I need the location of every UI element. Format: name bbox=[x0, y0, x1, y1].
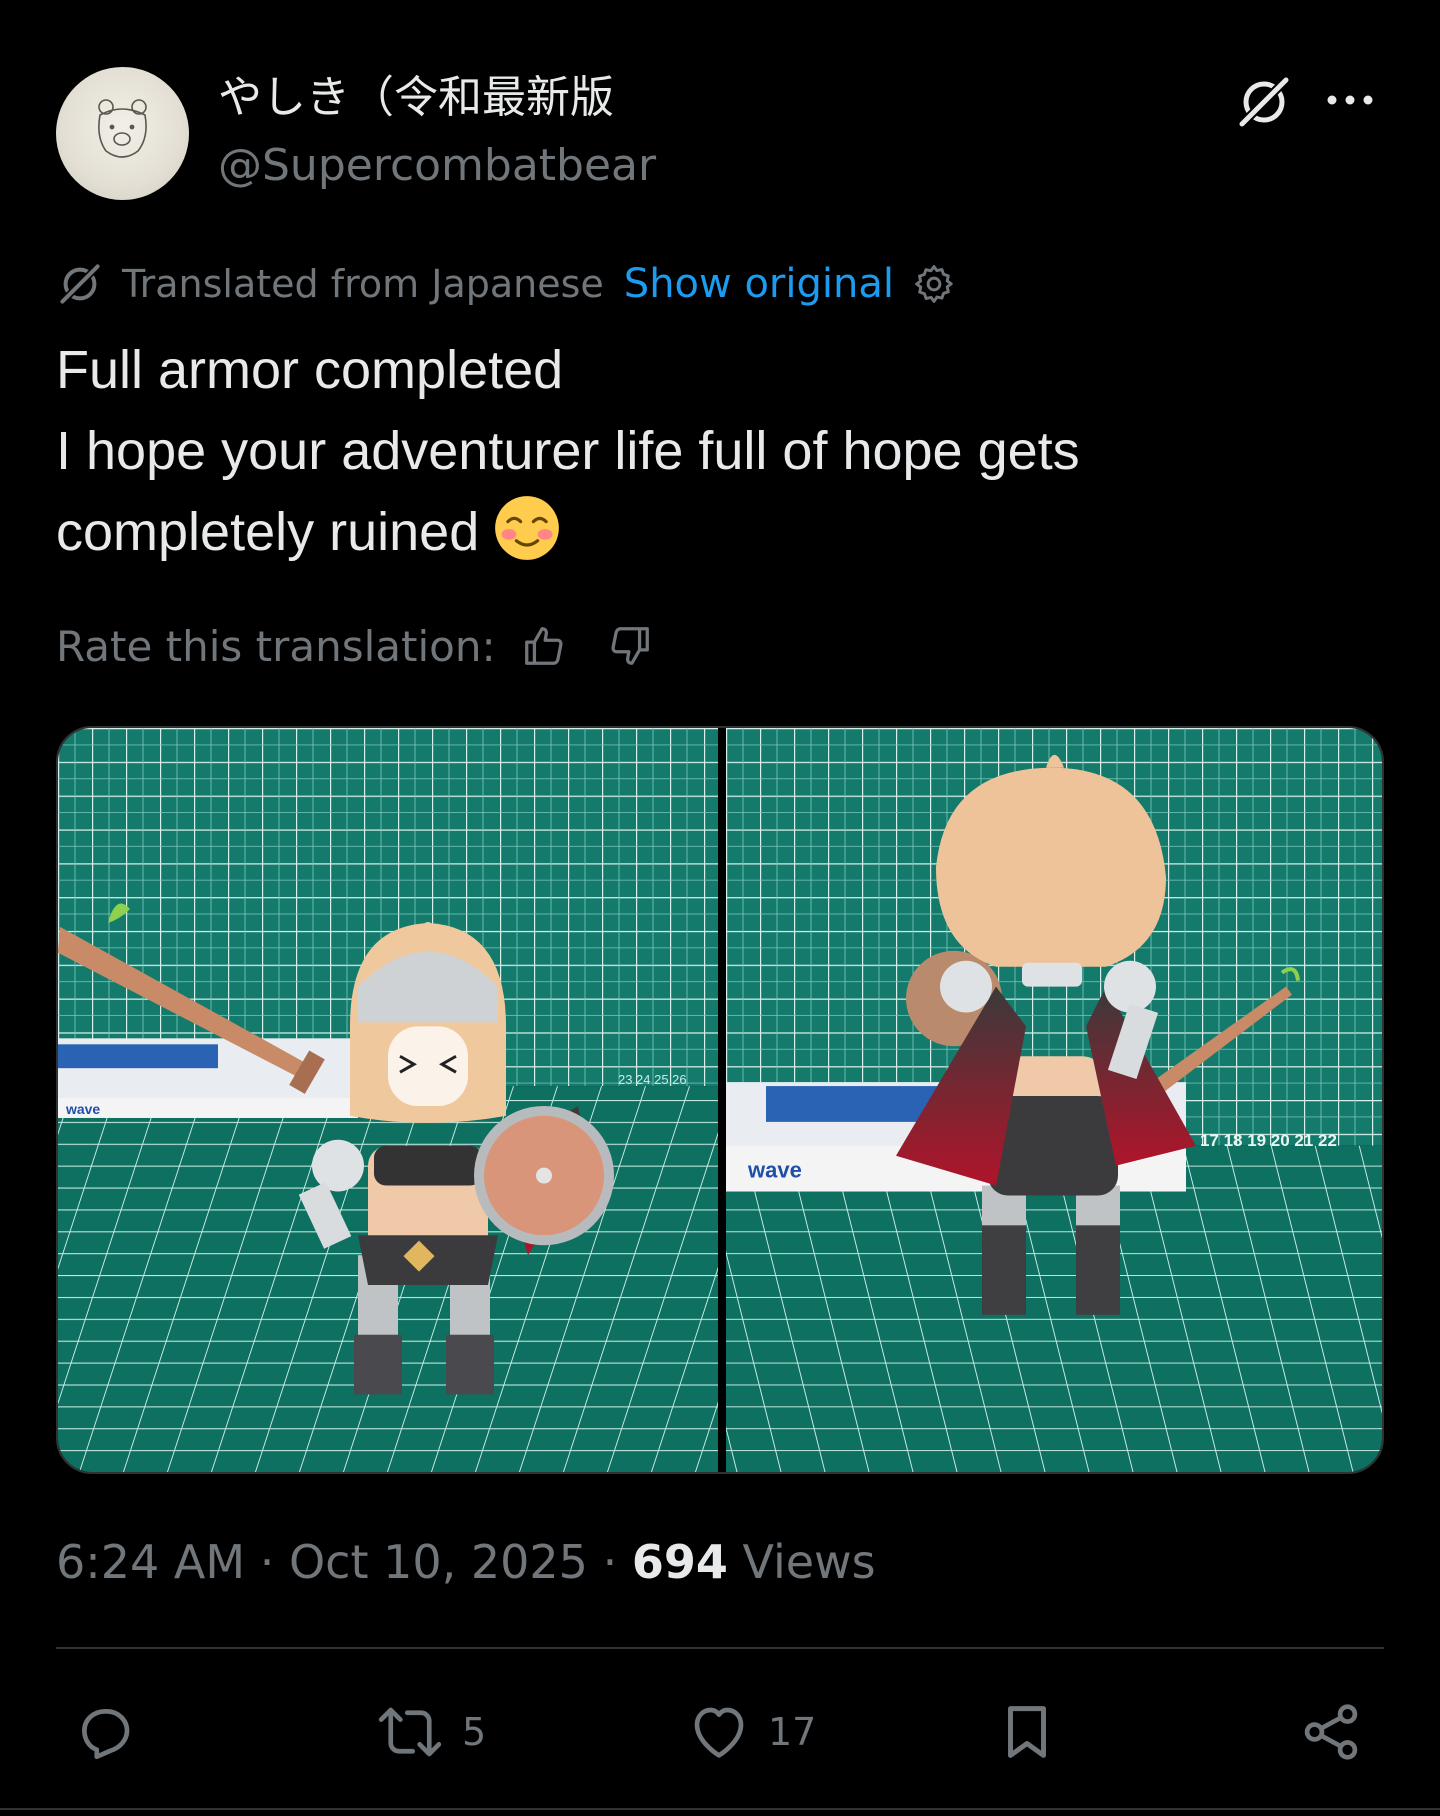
smiling-face-with-blush-icon bbox=[495, 496, 560, 560]
meta-separator: · bbox=[259, 1535, 275, 1589]
divider bbox=[56, 1647, 1384, 1649]
gear-icon bbox=[915, 265, 953, 303]
bear-sketch-image bbox=[98, 99, 147, 158]
thumbs-down-button[interactable] bbox=[604, 620, 656, 672]
tweet-line: completely ruined bbox=[56, 492, 1386, 573]
share-button[interactable] bbox=[1298, 1694, 1364, 1770]
tweet-time[interactable]: 6:24 AM bbox=[56, 1535, 245, 1589]
tweet-text: Full armor completed I hope your adventu… bbox=[56, 330, 1386, 573]
meta-separator: · bbox=[602, 1535, 618, 1589]
grok-button[interactable] bbox=[1232, 70, 1296, 134]
avatar[interactable] bbox=[56, 67, 189, 200]
like-button[interactable]: 17 bbox=[686, 1694, 816, 1770]
grok-icon bbox=[1236, 74, 1292, 130]
share-icon bbox=[1304, 1704, 1358, 1760]
thumbs-up-button[interactable] bbox=[518, 620, 570, 672]
rate-label: Rate this translation: bbox=[56, 621, 496, 671]
tweet-line: Full armor completed bbox=[56, 340, 564, 400]
repost-icon bbox=[378, 1707, 442, 1757]
rate-translation: Rate this translation: bbox=[56, 618, 656, 674]
photo-figure-back[interactable]: 17 18 19 20 21 22 wave bbox=[726, 728, 1382, 1472]
photo-figure-front[interactable]: wave 23 24 25 26 bbox=[58, 728, 718, 1472]
like-count: 17 bbox=[768, 1710, 817, 1754]
box-brand-text: wave bbox=[747, 1158, 802, 1183]
thumbs-up-icon bbox=[524, 627, 563, 665]
thumbs-down-icon bbox=[611, 627, 649, 665]
repost-button[interactable]: 5 bbox=[374, 1694, 486, 1770]
bottom-divider bbox=[0, 1808, 1440, 1810]
reply-button[interactable] bbox=[72, 1694, 154, 1770]
heart-icon bbox=[694, 1707, 744, 1758]
translation-bar: Translated from Japanese Show original bbox=[56, 258, 958, 310]
tweet-meta: 6:24 AM · Oct 10, 2025 · 694 Views bbox=[56, 1532, 876, 1592]
username-handle[interactable]: @Supercombatbear bbox=[218, 138, 656, 194]
more-options-button[interactable] bbox=[1322, 76, 1378, 124]
ruler-numbers: 23 24 25 26 bbox=[618, 1072, 687, 1087]
bookmark-icon bbox=[1008, 1706, 1046, 1758]
ruler-numbers: 17 18 19 20 21 22 bbox=[1200, 1131, 1337, 1150]
reply-icon bbox=[82, 1709, 130, 1760]
show-original-link[interactable]: Show original bbox=[624, 261, 894, 307]
translation-settings-button[interactable] bbox=[910, 260, 958, 308]
display-name[interactable]: やしき（令和最新版 bbox=[218, 68, 614, 128]
media-gallery: wave 23 24 25 26 17 18 19 20 21 22 wave bbox=[56, 726, 1384, 1474]
translated-label: Translated from Japanese bbox=[122, 262, 604, 306]
tweet-line: I hope your adventurer life full of hope… bbox=[56, 421, 1080, 481]
bookmark-button[interactable] bbox=[994, 1694, 1060, 1770]
tweet-line-text: completely ruined bbox=[56, 502, 480, 562]
tweet-date[interactable]: Oct 10, 2025 bbox=[289, 1535, 588, 1589]
figure-back-image: 17 18 19 20 21 22 wave bbox=[726, 728, 1382, 1472]
box-brand-text: wave bbox=[65, 1101, 100, 1117]
views-label: Views bbox=[742, 1535, 876, 1589]
repost-count: 5 bbox=[462, 1710, 487, 1754]
grok-icon bbox=[58, 262, 102, 306]
more-icon bbox=[1327, 95, 1373, 105]
views-count: 694 bbox=[631, 1535, 728, 1589]
figure-front-image: wave 23 24 25 26 bbox=[58, 728, 718, 1472]
